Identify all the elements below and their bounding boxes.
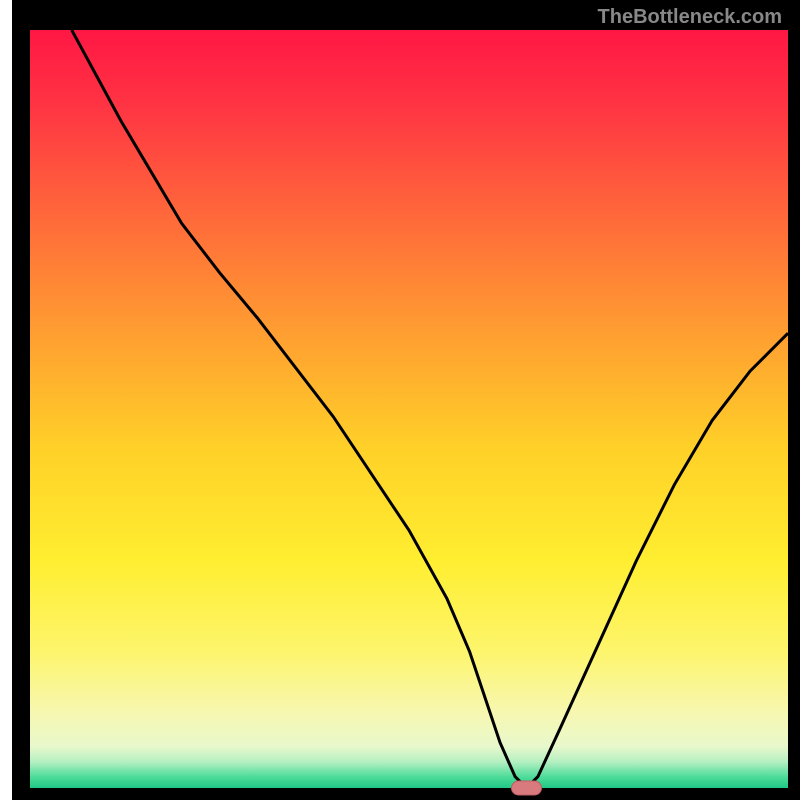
watermark-text: TheBottleneck.com [598, 6, 782, 29]
plot-background [30, 30, 788, 788]
minimum-marker [511, 781, 541, 795]
bottleneck-chart: TheBottleneck.com [0, 0, 800, 800]
chart-svg [0, 0, 800, 800]
